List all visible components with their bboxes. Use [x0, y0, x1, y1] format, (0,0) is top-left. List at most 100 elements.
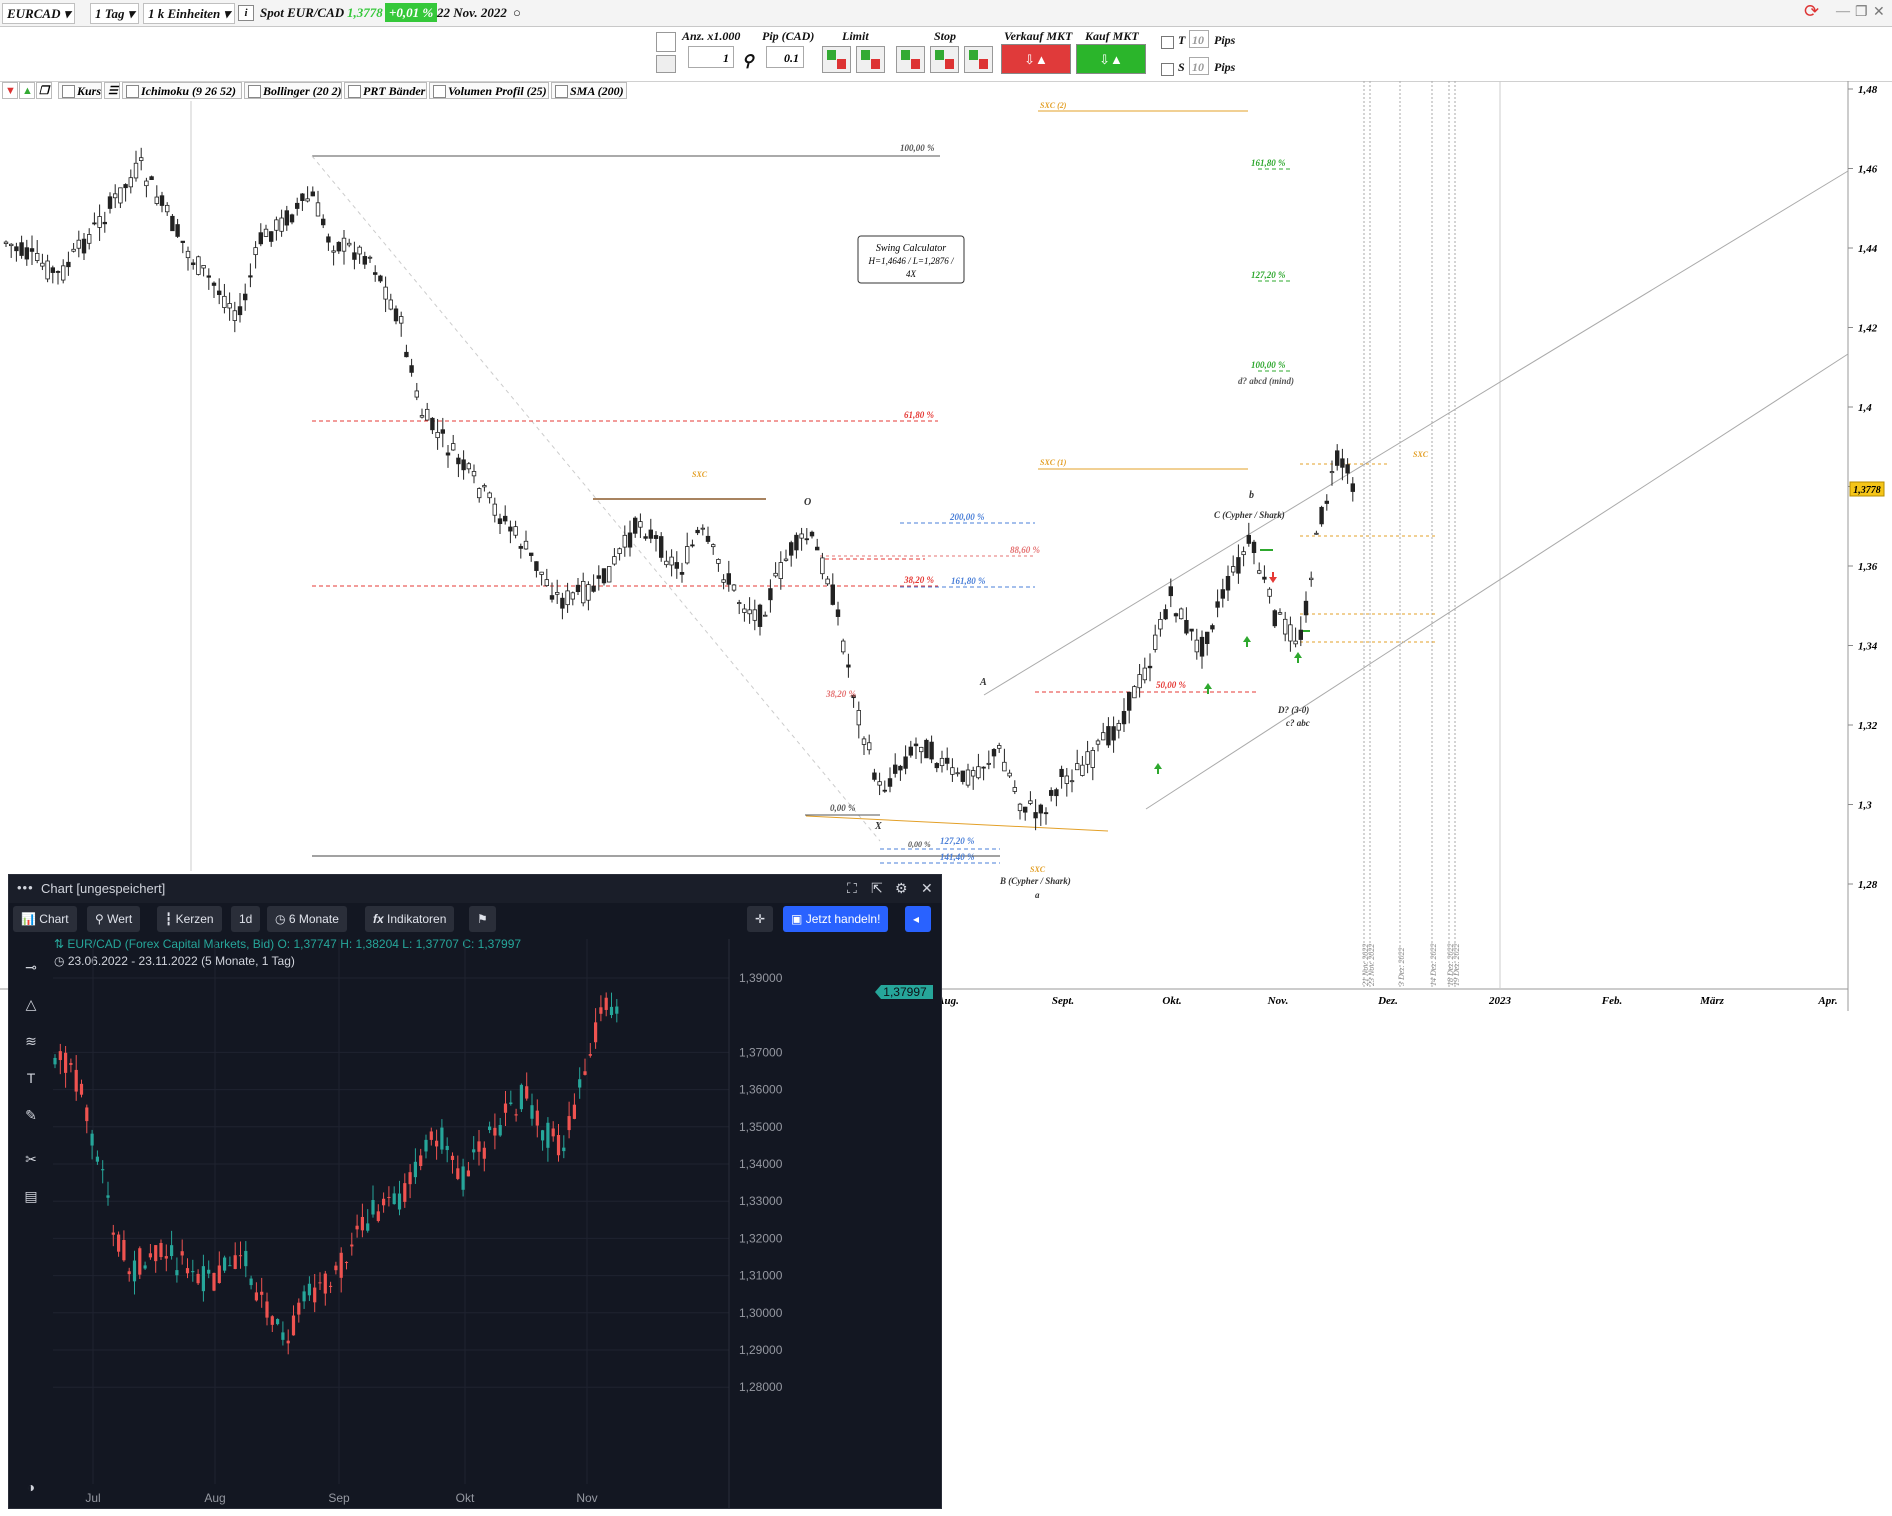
bookmark-button[interactable]: ⚑ [469, 906, 496, 932]
range-button-label: 6 Monate [288, 912, 339, 926]
main-y-tick: 1,4 [1858, 402, 1872, 414]
dark-candle-body [148, 1253, 152, 1258]
scissors-tool-icon[interactable]: ✂ [21, 1149, 41, 1169]
t-input[interactable]: 10 [1189, 30, 1209, 48]
dark-candle-body [408, 1172, 412, 1185]
indicator-ichimoku[interactable]: Ichimoku (9 26 52) [122, 82, 242, 99]
dark-candle-body [376, 1211, 380, 1221]
main-candle-body [1085, 751, 1090, 765]
qty-input[interactable]: 1 [688, 46, 734, 68]
collapse-button[interactable]: ◂ [905, 906, 931, 932]
s-input[interactable]: 10 [1189, 57, 1209, 75]
restore-icon[interactable]: ❐ [1855, 4, 1868, 21]
main-candle-body [872, 772, 877, 780]
dark-candle-body [572, 1104, 576, 1119]
dark-candle-body [95, 1156, 99, 1162]
arrow-down-icon[interactable]: ▼ [2, 82, 18, 99]
dark-candle-body [260, 1291, 264, 1295]
limit-sell-button[interactable] [856, 46, 885, 73]
main-candle-body [861, 738, 867, 745]
settings-icon[interactable]: ⚙ [895, 880, 908, 897]
chart-button[interactable]: 📊 Chart [13, 906, 77, 932]
indicator-volume-profile[interactable]: Volumen Profil (25) [429, 82, 549, 99]
indicators-button[interactable]: fx Indikatoren [365, 906, 455, 932]
main-candle-body [289, 214, 295, 223]
dark-x-tick: Aug [204, 1491, 225, 1505]
symbol-select[interactable]: EURCAD ▾ [2, 3, 76, 24]
main-candle-body [175, 224, 180, 237]
indicator-bollinger[interactable]: Bollinger (20 2) [244, 82, 342, 99]
close-icon[interactable]: ✕ [921, 880, 933, 897]
stop-trail-button[interactable] [964, 46, 993, 73]
main-price-chart[interactable]: 21 Nov. 202223 Nov. 2022 3 Dez. 2022 14 De… [0, 81, 1892, 1011]
crosshair-button[interactable]: ✛ [747, 906, 774, 932]
pip-input[interactable]: 0.1 [766, 46, 804, 68]
main-candle-body [913, 743, 919, 747]
s-checkbox[interactable] [1161, 63, 1174, 76]
triangle-tool-icon[interactable]: △ [21, 994, 41, 1014]
theme-toggle-icon[interactable]: ◑ [21, 1477, 41, 1497]
minimize-icon[interactable]: — [1836, 4, 1850, 20]
refresh-icon[interactable]: ⟳ [1804, 1, 1819, 22]
info-icon[interactable]: i [238, 5, 254, 21]
indicator-price[interactable]: Kurs [58, 82, 102, 99]
s-unit: Pips [1214, 60, 1236, 74]
sell-market-button[interactable]: ⇩▲ [1001, 44, 1071, 74]
fib-tool-icon[interactable]: ≋ [21, 1031, 41, 1051]
fullscreen-icon[interactable]: ⛶ [847, 880, 857, 897]
calculator-tool-icon[interactable]: ▤ [21, 1186, 41, 1206]
main-candle-body [1028, 800, 1033, 804]
candles-button[interactable]: ┇ Kerzen [157, 906, 222, 932]
indicator-ichimoku-label: Ichimoku (9 26 52) [141, 84, 237, 98]
main-candle-body [1189, 628, 1194, 632]
buy-market-button[interactable]: ⇩▲ [1076, 44, 1146, 74]
qty-label: Anz. x1.000 [682, 29, 741, 43]
main-x-tick: Apr. [1817, 995, 1837, 1007]
more-icon[interactable]: ••• [17, 880, 34, 895]
interval-button[interactable]: 1d [231, 906, 261, 932]
units-select[interactable]: 1 k Einheiten ▾ [143, 3, 236, 24]
value-button[interactable]: ⚲ Wert [87, 906, 141, 932]
windows-icon[interactable]: ❐ [36, 82, 52, 99]
main-candle-body [627, 532, 633, 548]
dark-candle-body [482, 1147, 486, 1159]
range-button[interactable]: ◷ 6 Monate [267, 906, 347, 932]
main-candle-body [799, 533, 804, 539]
keyboard-icon[interactable] [656, 55, 676, 73]
main-candle-body [133, 162, 139, 179]
dark-candle-body [503, 1103, 508, 1113]
main-candle-body [201, 265, 206, 269]
dark-x-tick: Okt [456, 1491, 475, 1505]
stop-sell-button[interactable] [930, 46, 959, 73]
dark-candle-body [201, 1266, 205, 1292]
dark-candle-body [223, 1257, 227, 1271]
indicator-sma[interactable]: SMA (200) [551, 82, 627, 99]
timeframe-select[interactable]: 1 Tag ▾ [90, 3, 140, 24]
arrow-up-icon[interactable]: ▲ [19, 82, 35, 99]
limit-buy-button[interactable] [822, 46, 851, 73]
dark-candle-body [578, 1079, 582, 1088]
structure-line [983, 170, 1849, 696]
text-tool-icon[interactable]: T [21, 1068, 41, 1088]
dark-candle-body [429, 1131, 433, 1140]
main-candle-body [372, 272, 378, 275]
main-candle-body [950, 767, 955, 775]
trade-toolbar: Anz. x1.000 1 ⚲ Pip (CAD) 0.1 Limit Stop… [0, 27, 1892, 82]
brush-tool-icon[interactable]: ✎ [21, 1105, 41, 1125]
dark-candle-body [249, 1278, 253, 1286]
close-icon[interactable]: ✕ [1873, 4, 1885, 21]
indicator-prt-bands[interactable]: PRT Bänder [344, 82, 427, 99]
main-candle-body [773, 572, 778, 577]
list-icon[interactable]: ☰ [104, 82, 120, 99]
trade-now-button[interactable]: ▣ Jetzt handeln! [783, 906, 889, 932]
dark-candle-body [546, 1122, 550, 1148]
stop-buy-button[interactable] [896, 46, 925, 73]
popout-icon[interactable]: ⇱ [871, 880, 883, 897]
dark-y-tick: 1,35000 [739, 1120, 783, 1134]
lock-icon[interactable]: ⚲ [742, 51, 754, 71]
swing-calculator-box[interactable]: Swing Calculator H=1,4646 / L=1,2876 / 4… [857, 235, 965, 284]
dark-price-chart[interactable]: 1,39000 1,37000 1,36000 1,35000 1,34000 1,330… [53, 939, 941, 1508]
crosshair-tool-icon[interactable]: ⊸ [21, 957, 41, 977]
t-checkbox[interactable] [1161, 36, 1174, 49]
wrench-icon[interactable] [656, 32, 676, 52]
